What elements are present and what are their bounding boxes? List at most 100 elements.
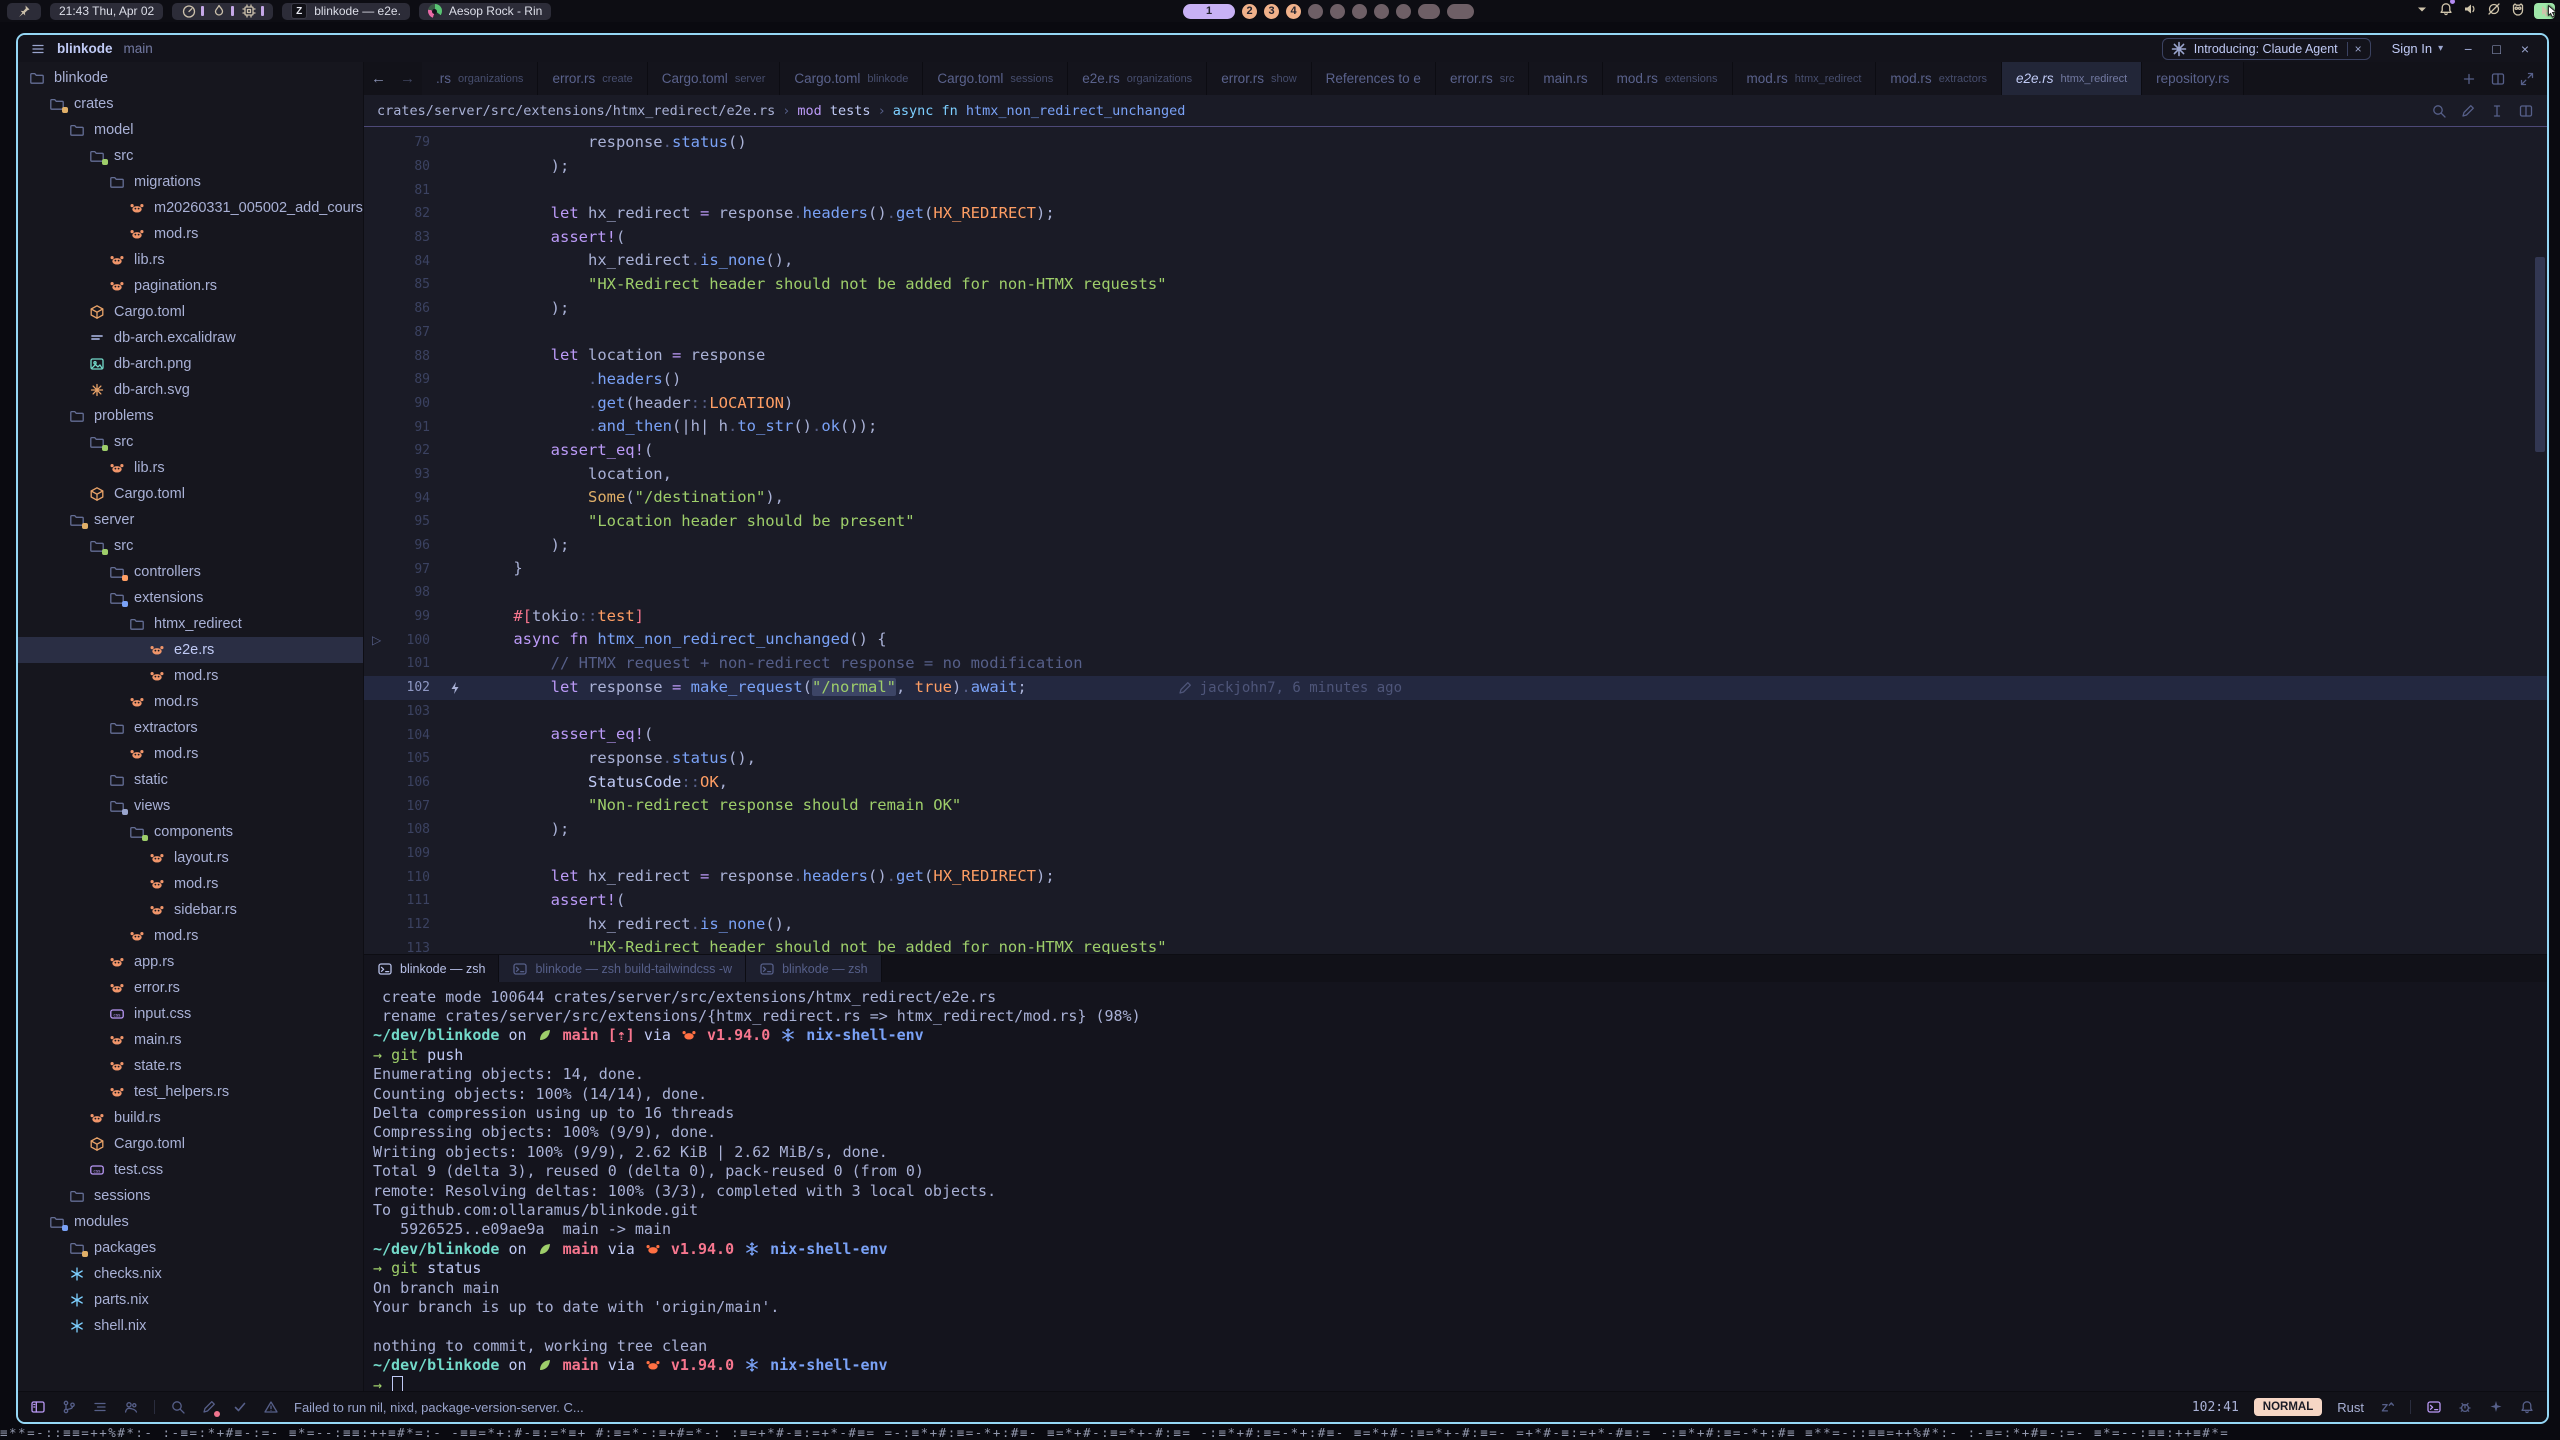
tree-item-Cargo.toml[interactable]: Cargo.toml — [18, 299, 363, 325]
diagnostics-warning[interactable] — [263, 1399, 279, 1415]
tree-item-main.rs[interactable]: main.rs — [18, 1027, 363, 1053]
editor-tab[interactable]: mod.rs extensions — [1603, 62, 1733, 95]
project-panel[interactable]: blinkode crates model src migrations m20… — [18, 62, 364, 1391]
workspace-9[interactable] — [1396, 4, 1411, 19]
inline-assist-icon[interactable] — [2460, 103, 2476, 119]
terminal-output[interactable]: create mode 100644 crates/server/src/ext… — [364, 982, 2547, 1391]
tree-item-m20260331-005002-add-cours[interactable]: m20260331_005002_add_cours — [18, 195, 363, 221]
clock-chip[interactable]: 21:43 Thu, Apr 02 — [50, 3, 163, 20]
promo-close-icon[interactable]: × — [2347, 42, 2362, 56]
tree-item-error.rs[interactable]: error.rs — [18, 975, 363, 1001]
tree-item-pagination.rs[interactable]: pagination.rs — [18, 273, 363, 299]
project-panel-toggle[interactable] — [30, 1399, 46, 1415]
edit-prediction-button[interactable]: Z — [2379, 1399, 2395, 1415]
selection-icon[interactable] — [2489, 103, 2505, 119]
editor-tab[interactable]: Cargo.toml server — [648, 62, 781, 95]
debugger-button[interactable] — [2457, 1399, 2473, 1415]
editor-tab[interactable]: e2e.rs htmx_redirect — [2002, 62, 2142, 95]
editor-tab[interactable]: e2e.rs organizations — [1068, 62, 1207, 95]
notifications-button[interactable] — [2438, 1, 2454, 22]
tree-item-blinkode[interactable]: blinkode — [18, 65, 363, 91]
tree-item-views[interactable]: views — [18, 793, 363, 819]
collab-panel-toggle[interactable] — [123, 1399, 139, 1415]
tree-item-htmx-redirect[interactable]: htmx_redirect — [18, 611, 363, 637]
tree-item-src[interactable]: src — [18, 143, 363, 169]
terminal-panel-toggle[interactable] — [2426, 1399, 2442, 1415]
tree-item-test.css[interactable]: css test.css — [18, 1157, 363, 1183]
terminal-tab[interactable]: blinkode — zsh — [746, 955, 881, 982]
split-pane-icon[interactable] — [2490, 71, 2506, 87]
tree-item-db-arch.excalidraw[interactable]: db-arch.excalidraw — [18, 325, 363, 351]
tree-item-src[interactable]: src — [18, 429, 363, 455]
workspace-7[interactable] — [1352, 4, 1367, 19]
tree-item-mod.rs[interactable]: mod.rs — [18, 221, 363, 247]
minimize-button[interactable]: − — [2464, 41, 2472, 57]
workspace-4[interactable]: 4 — [1286, 4, 1301, 19]
tree-item-modules[interactable]: modules — [18, 1209, 363, 1235]
tree-item-controllers[interactable]: controllers — [18, 559, 363, 585]
assistant-button[interactable] — [2488, 1399, 2504, 1415]
tree-item-migrations[interactable]: migrations — [18, 169, 363, 195]
menu-icon[interactable] — [30, 41, 46, 57]
tree-item-extensions[interactable]: extensions — [18, 585, 363, 611]
tree-item-src[interactable]: src — [18, 533, 363, 559]
nav-back-icon[interactable]: ← — [371, 70, 386, 87]
lsp-error-message[interactable]: Failed to run nil, nixd, package-version… — [294, 1400, 584, 1415]
maximize-button[interactable]: □ — [2492, 41, 2500, 57]
run-test-icon[interactable]: ▷ — [372, 633, 381, 647]
code-editor[interactable]: 79 response.status() 80 ); 81 82 let hx_… — [364, 127, 2547, 954]
workspace-2[interactable]: 2 — [1242, 4, 1257, 19]
pin-chip[interactable] — [7, 3, 41, 20]
active-app-chip[interactable]: Z blinkode — e2e. — [282, 3, 410, 20]
editor-tab[interactable]: repository.rs — [2142, 62, 2244, 95]
tray-speaker-button[interactable] — [2462, 1, 2478, 22]
tree-item-mod.rs[interactable]: mod.rs — [18, 741, 363, 767]
editor-tab[interactable]: Cargo.toml sessions — [923, 62, 1068, 95]
tree-item-problems[interactable]: problems — [18, 403, 363, 429]
branch-name[interactable]: main — [124, 41, 153, 56]
tree-item-sessions[interactable]: sessions — [18, 1183, 363, 1209]
tree-item-parts.nix[interactable]: parts.nix — [18, 1287, 363, 1313]
nav-forward-icon[interactable]: → — [400, 70, 415, 87]
editor-tab[interactable]: main.rs — [1529, 62, 1602, 95]
project-name[interactable]: blinkode — [57, 41, 113, 56]
tree-item-app.rs[interactable]: app.rs — [18, 949, 363, 975]
tray-nosignal-button[interactable] — [2486, 1, 2502, 22]
editor-tab[interactable]: .rs organizations — [422, 62, 538, 95]
editor-tab[interactable]: error.rs show — [1207, 62, 1311, 95]
workspace-1[interactable]: 1 — [1183, 4, 1235, 19]
music-chip[interactable]: Aesop Rock - Rin — [419, 3, 551, 20]
diff-icon[interactable] — [2518, 103, 2534, 119]
git-panel-toggle[interactable] — [61, 1399, 77, 1415]
editor-tab[interactable]: mod.rs htmx_redirect — [1733, 62, 1877, 95]
workspace-8[interactable] — [1374, 4, 1389, 19]
tree-item-static[interactable]: static — [18, 767, 363, 793]
tree-item-mod.rs[interactable]: mod.rs — [18, 689, 363, 715]
tree-item-input.css[interactable]: css input.css — [18, 1001, 363, 1027]
tray-chevdown-button[interactable] — [2414, 1, 2430, 22]
tree-item-packages[interactable]: packages — [18, 1235, 363, 1261]
breadcrumb[interactable]: crates/server/src/extensions/htmx_redire… — [364, 95, 2547, 127]
editor-scrollbar[interactable] — [2535, 257, 2545, 452]
tree-item-crates[interactable]: crates — [18, 91, 363, 117]
workspace-11[interactable] — [1447, 4, 1474, 19]
terminal-tab[interactable]: blinkode — zsh build-tailwindcss -w — [499, 955, 746, 982]
claude-agent-promo[interactable]: Introducing: Claude Agent × — [2162, 38, 2371, 60]
cursor-position[interactable]: 102:41 — [2192, 1400, 2239, 1415]
tree-item-shell.nix[interactable]: shell.nix — [18, 1313, 363, 1339]
tree-item-test-helpers.rs[interactable]: test_helpers.rs — [18, 1079, 363, 1105]
pointer-mode-button[interactable] — [2534, 3, 2555, 19]
new-tab-icon[interactable] — [2461, 71, 2477, 87]
inline-assist-button[interactable] — [201, 1399, 217, 1415]
tree-item-sidebar.rs[interactable]: sidebar.rs — [18, 897, 363, 923]
tree-item-mod.rs[interactable]: mod.rs — [18, 871, 363, 897]
tree-item-build.rs[interactable]: build.rs — [18, 1105, 363, 1131]
tree-item-db-arch.svg[interactable]: db-arch.svg — [18, 377, 363, 403]
workspace-10[interactable] — [1418, 4, 1440, 19]
tree-item-state.rs[interactable]: state.rs — [18, 1053, 363, 1079]
diagnostics-ok[interactable] — [232, 1399, 248, 1415]
system-monitor-chip[interactable] — [172, 3, 273, 20]
tree-item-layout.rs[interactable]: layout.rs — [18, 845, 363, 871]
tree-item-mod.rs[interactable]: mod.rs — [18, 923, 363, 949]
outline-panel-toggle[interactable] — [92, 1399, 108, 1415]
